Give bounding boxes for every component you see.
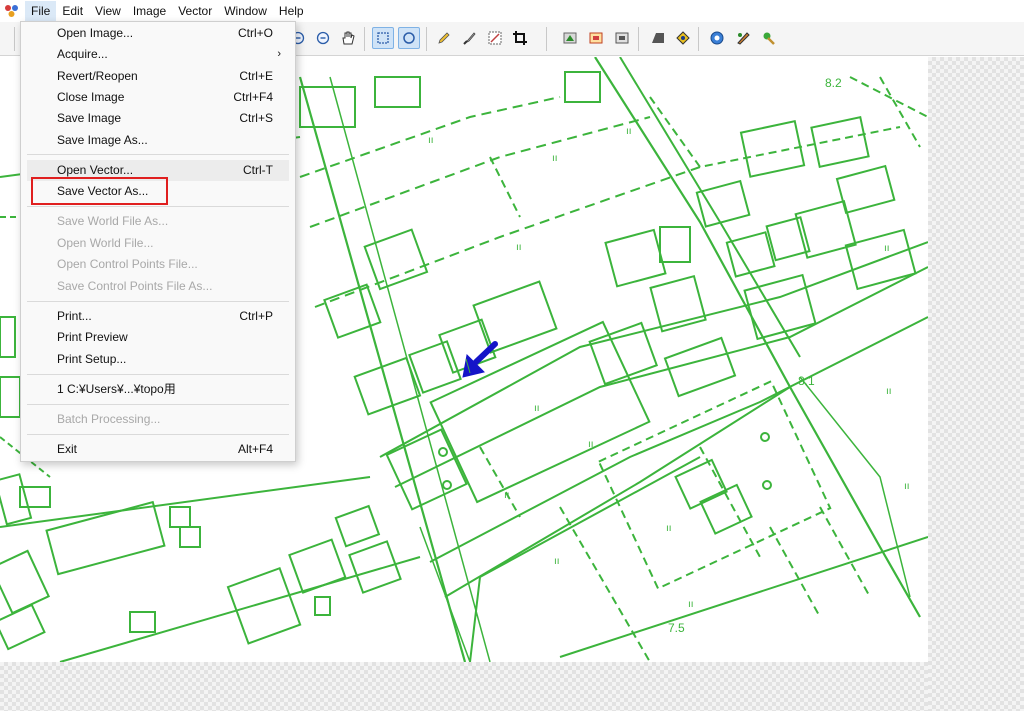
toolbar-separator [638, 27, 639, 51]
toolbar-separator [698, 27, 699, 51]
pencil-icon[interactable] [433, 27, 455, 49]
color-icon[interactable] [672, 27, 694, 49]
menu-separator [27, 404, 289, 405]
menu-image[interactable]: Image [127, 1, 172, 21]
menu-item-print-setup[interactable]: Print Setup... [21, 349, 295, 370]
svg-text:ıı: ıı [626, 126, 632, 137]
export-icon[interactable] [706, 27, 728, 49]
toolbar-separator [546, 27, 547, 51]
fill-icon[interactable] [647, 27, 669, 49]
menu-separator [27, 154, 289, 155]
layer-icon-3[interactable] [611, 27, 633, 49]
edit-vertex-icon[interactable] [484, 27, 506, 49]
submenu-arrow-icon: › [277, 48, 281, 60]
app-logo-icon [3, 3, 21, 19]
pan-hand-icon[interactable] [337, 27, 359, 49]
file-menu-dropdown: Open Image... Ctrl+O Acquire... › Revert/R… [20, 21, 296, 462]
svg-text:ıı: ıı [504, 490, 510, 501]
layer-icon-2[interactable] [585, 27, 607, 49]
toolbar-separator [364, 27, 365, 51]
menu-item-batch-processing: Batch Processing... [57, 412, 161, 426]
toolbar-separator [426, 27, 427, 51]
menu-item-recent-file-1[interactable]: 1 C:¥Users¥...¥topo用 [21, 379, 295, 400]
brush-icon[interactable] [459, 27, 481, 49]
menu-item-save-image[interactable]: Save Image Ctrl+S [21, 108, 295, 129]
svg-text:ıı: ıı [534, 403, 540, 414]
menu-file[interactable]: File [25, 1, 57, 21]
svg-text:ıı: ıı [884, 243, 890, 254]
svg-text:ıı: ıı [886, 386, 892, 397]
menu-vector[interactable]: Vector [172, 1, 218, 21]
menu-item-save-control-points-file-as: Save Control Points File As... [57, 279, 213, 293]
elevation-label-8-2: 8.2 [825, 76, 842, 90]
svg-text:ıı: ıı [428, 135, 434, 146]
svg-text:ıı: ıı [554, 556, 560, 567]
svg-text:ıı: ıı [588, 439, 594, 450]
select-rect-icon[interactable] [372, 27, 394, 49]
menu-edit[interactable]: Edit [56, 1, 89, 21]
menu-item-revert-reopen[interactable]: Revert/Reopen Ctrl+E [21, 66, 295, 87]
settings-icon[interactable] [732, 27, 754, 49]
zoom-out-icon[interactable] [312, 27, 334, 49]
menu-view[interactable]: View [89, 1, 127, 21]
menu-item-close-image[interactable]: Close Image Ctrl+F4 [21, 87, 295, 108]
menu-item-print[interactable]: Print... Ctrl+P [21, 306, 295, 327]
elevation-label-8-1: 8.1 [798, 374, 815, 388]
canvas-background [0, 662, 928, 711]
menu-item-open-control-points-file: Open Control Points File... [57, 257, 198, 271]
svg-text:ıı: ıı [516, 242, 522, 253]
menu-item-acquire[interactable]: Acquire... › [21, 44, 295, 65]
menu-item-open-image[interactable]: Open Image... Ctrl+O [21, 23, 295, 44]
canvas-background [928, 57, 1024, 711]
menu-item-print-preview[interactable]: Print Preview [21, 327, 295, 348]
menu-item-exit[interactable]: Exit Alt+F4 [21, 439, 295, 460]
select-ellipse-icon[interactable] [398, 27, 420, 49]
tool-icon[interactable] [758, 27, 780, 49]
highlight-box [31, 177, 168, 205]
layer-icon-1[interactable] [559, 27, 581, 49]
menu-separator [27, 301, 289, 302]
svg-text:ıı: ıı [904, 481, 910, 492]
menu-window[interactable]: Window [218, 1, 273, 21]
menu-separator [27, 206, 289, 207]
crop-icon[interactable] [509, 27, 531, 49]
svg-text:ıı: ıı [688, 599, 694, 610]
toolbar-separator [14, 27, 15, 51]
menu-separator [27, 434, 289, 435]
menu-item-save-world-file-as: Save World File As... [57, 214, 169, 228]
menu-bar: File Edit View Image Vector Window Help [0, 0, 1024, 22]
menu-separator [27, 374, 289, 375]
direction-arrow-icon [462, 341, 498, 378]
menu-item-open-world-file: Open World File... [57, 236, 154, 250]
svg-text:ıı: ıı [666, 523, 672, 534]
menu-item-save-image-as[interactable]: Save Image As... [21, 130, 295, 151]
svg-text:ıı: ıı [552, 153, 558, 164]
menu-help[interactable]: Help [273, 1, 310, 21]
elevation-label-7-5: 7.5 [668, 621, 685, 635]
